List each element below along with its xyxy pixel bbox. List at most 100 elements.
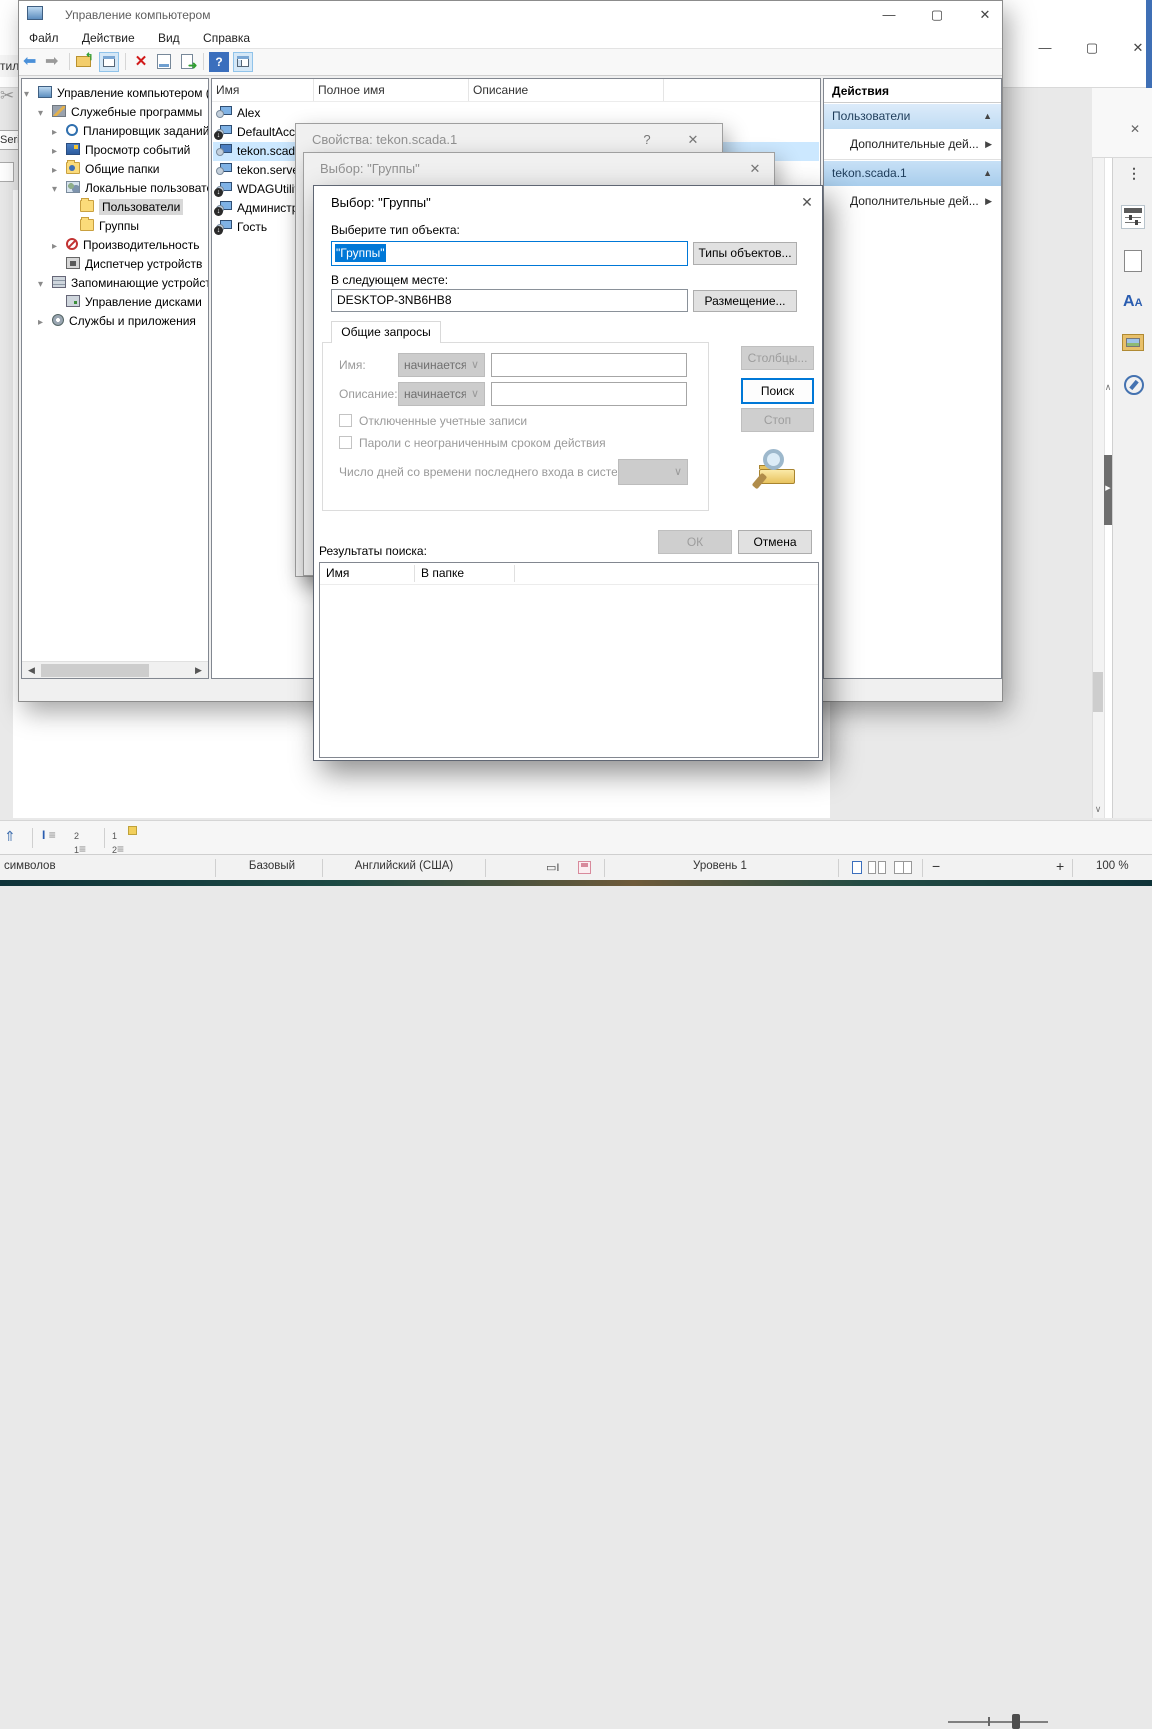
scroll-right-arrow[interactable]: ▶ <box>191 664 206 677</box>
object-type-input[interactable]: "Группы" <box>331 241 688 266</box>
forward-icon[interactable]: ➡ <box>45 52 65 72</box>
mmc-close-button[interactable]: ✕ <box>970 5 1000 24</box>
tree-item-users[interactable]: Пользователи <box>80 198 183 216</box>
tree-item-local-users[interactable]: ▾Локальные пользовате <box>52 179 209 197</box>
columns-button[interactable]: Столбцы... <box>741 346 814 370</box>
export-list-icon[interactable]: ➜ <box>179 52 199 72</box>
menu-help[interactable]: Справка <box>193 28 260 48</box>
menu-view[interactable]: Вид <box>148 28 190 48</box>
sidebar-close-icon[interactable]: ✕ <box>1126 122 1144 138</box>
sidebar-menu-icon[interactable]: ⋮ <box>1127 165 1141 183</box>
close-icon[interactable]: ✕ <box>744 160 766 178</box>
search-button[interactable]: Поиск <box>741 378 814 404</box>
selection-mode-icon[interactable]: ▭I <box>546 861 566 875</box>
object-types-button[interactable]: Типы объектов... <box>693 242 797 265</box>
writer-minimize-button[interactable]: — <box>1030 38 1060 57</box>
column-header-name[interactable]: Имя <box>212 79 314 101</box>
outline-level[interactable]: Уровень 1 <box>640 860 800 872</box>
mmc-maximize-button[interactable]: ▢ <box>922 5 952 24</box>
name-value-input[interactable] <box>491 353 687 377</box>
menu-action[interactable]: Действие <box>72 28 145 48</box>
tree-horizontal-scrollbar[interactable]: ◀ ▶ <box>22 661 208 678</box>
help-icon[interactable]: ? <box>209 52 229 72</box>
show-console-tree-icon[interactable] <box>99 52 119 72</box>
move-up-icon[interactable]: ⇑ <box>4 828 26 848</box>
single-page-view-icon[interactable] <box>852 861 862 874</box>
column-header-description[interactable]: Описание <box>469 79 664 101</box>
tree-item-computer-management[interactable]: ▾Управление компьютером (л <box>24 84 209 102</box>
collapse-icon[interactable]: ▲ <box>983 161 992 186</box>
scroll-left-arrow[interactable]: ◀ <box>24 664 39 677</box>
action-more-actions-users[interactable]: Дополнительные дей... ▶ <box>824 130 1001 158</box>
numbered-list-icon[interactable]: 21≡ <box>74 828 100 848</box>
multi-page-view-icon2[interactable] <box>878 861 886 874</box>
tree-item-services[interactable]: ▸Службы и приложения <box>38 312 196 330</box>
book-view-icon[interactable] <box>894 861 912 874</box>
column-header-blank[interactable] <box>664 79 821 101</box>
tree-item-groups[interactable]: Группы <box>80 217 139 235</box>
zoom-slider-track[interactable] <box>948 1721 1048 1723</box>
actions-section-tekon-scada[interactable]: tekon.scada.1 ▲ <box>824 161 1001 186</box>
action-more-actions-tekon[interactable]: Дополнительные дей... ▶ <box>824 187 1001 215</box>
font-size-fragment[interactable] <box>0 162 14 182</box>
sidebar-navigator-icon[interactable] <box>1124 375 1144 395</box>
scrollbar-thumb[interactable] <box>1093 672 1103 712</box>
zoom-slider-thumb[interactable] <box>1012 1714 1020 1729</box>
language-selector[interactable]: Английский (США) <box>330 860 478 872</box>
search-results-list[interactable]: Имя В папке <box>319 562 819 758</box>
disabled-accounts-checkbox[interactable] <box>339 414 352 427</box>
help-button[interactable]: ? <box>636 131 658 149</box>
results-column-folder[interactable]: В папке <box>421 566 509 580</box>
mmc-minimize-button[interactable]: — <box>874 5 904 24</box>
stop-button[interactable]: Стоп <box>741 408 814 432</box>
document-vertical-scrollbar[interactable] <box>1092 158 1104 818</box>
tree-item-disk-management[interactable]: Управление дисками <box>66 293 202 311</box>
sidebar-gallery-icon[interactable] <box>1122 334 1144 351</box>
close-icon[interactable]: ✕ <box>796 193 818 211</box>
cut-icon[interactable]: ✂ <box>0 86 16 114</box>
zoom-percentage[interactable]: 100 % <box>1096 860 1129 872</box>
ok-button[interactable]: ОК <box>658 530 732 554</box>
multi-page-view-icon[interactable] <box>868 861 876 874</box>
tree-item-task-scheduler[interactable]: ▸Планировщик заданий <box>52 122 209 140</box>
tree-item-event-viewer[interactable]: ▸Просмотр событий <box>52 141 190 159</box>
name-condition-combo[interactable]: начинается с ∨ <box>398 353 485 377</box>
tree-item-storage[interactable]: ▾Запоминающие устройст <box>38 274 209 292</box>
tree-item-device-manager[interactable]: Диспетчер устройств <box>66 255 202 273</box>
non-expiring-passwords-checkbox[interactable] <box>339 436 352 449</box>
sidebar-page-icon[interactable] <box>1124 250 1142 272</box>
scroll-thumb[interactable] <box>41 664 149 677</box>
delete-icon[interactable]: ✕ <box>131 52 151 72</box>
writer-menu-fragment[interactable]: тил <box>0 55 18 77</box>
cancel-button[interactable]: Отмена <box>738 530 812 554</box>
collapse-icon[interactable]: ▲ <box>983 104 992 129</box>
column-header-fullname[interactable]: Полное имя <box>314 79 469 101</box>
insert-index-entry-icon[interactable]: 12≡ <box>112 828 140 848</box>
unsaved-changes-icon[interactable] <box>578 861 591 874</box>
zoom-in-button[interactable]: + <box>1056 858 1064 874</box>
page-style[interactable]: Базовый <box>228 860 316 872</box>
zoom-out-button[interactable]: − <box>932 858 940 874</box>
description-value-input[interactable] <box>491 382 687 406</box>
back-icon[interactable]: ⬅ <box>23 52 43 72</box>
actions-section-users[interactable]: Пользователи ▲ <box>824 104 1001 129</box>
writer-maximize-button[interactable]: ▢ <box>1077 38 1107 57</box>
user-row-alex[interactable]: Alex <box>213 104 819 123</box>
word-count[interactable]: символов <box>4 860 56 872</box>
tree-item-shared-folders[interactable]: ▸Общие папки <box>52 160 159 178</box>
location-field[interactable]: DESKTOP-3NB6HB8 <box>331 289 688 312</box>
description-condition-combo[interactable]: начинается с ∨ <box>398 382 485 406</box>
properties-icon[interactable] <box>155 52 175 72</box>
tree-item-performance[interactable]: ▸Производительность <box>52 236 199 254</box>
common-queries-tab[interactable]: Общие запросы <box>331 321 441 343</box>
days-since-logon-combo[interactable]: ∨ <box>618 459 688 485</box>
sidebar-character-styles-icon[interactable]: AA <box>1123 293 1147 317</box>
tree-item-system-tools[interactable]: ▾Служебные программы <box>38 103 202 121</box>
results-column-name[interactable]: Имя <box>326 566 408 580</box>
insert-entry-icon[interactable]: I ≡ <box>42 828 68 848</box>
scrollbar-down-arrow[interactable]: ∨ <box>1093 804 1103 816</box>
close-icon[interactable]: ✕ <box>682 131 704 149</box>
writer-close-button[interactable]: ✕ <box>1123 38 1152 57</box>
mmc-titlebar[interactable]: Управление компьютером — ▢ ✕ <box>19 1 1002 28</box>
show-hide-action-pane-icon[interactable] <box>233 52 253 72</box>
